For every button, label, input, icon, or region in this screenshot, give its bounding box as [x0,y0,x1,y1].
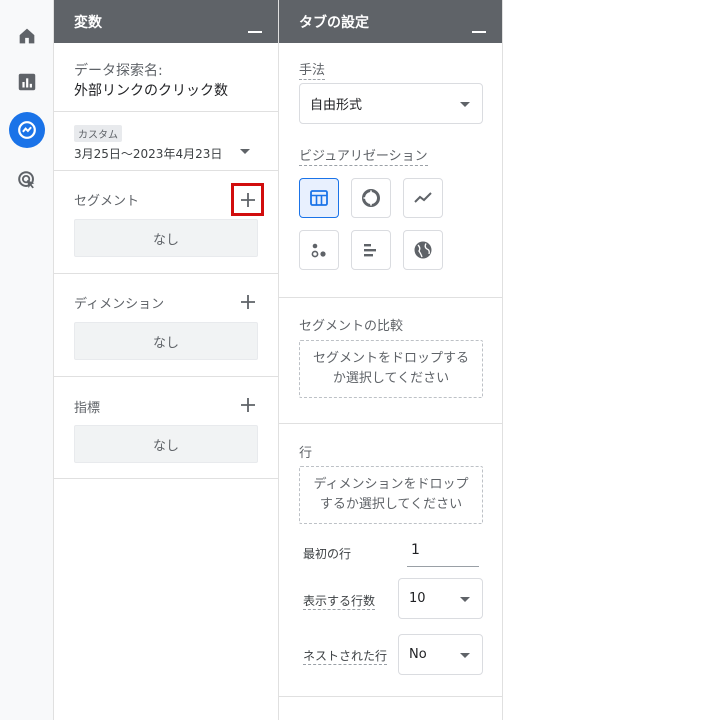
rows-label: 行 [299,446,313,461]
rows-to-show-value: 10 [409,591,426,606]
dimensions-section: ディメンション なし [54,274,278,377]
segments-empty-box[interactable]: なし [74,219,258,257]
technique-section: 手法 自由形式 ビジュアリゼーション [279,43,502,298]
viz-bar-button[interactable] [351,230,391,270]
bar-chart-icon [364,244,376,257]
minimize-icon[interactable] [472,19,486,33]
exploration-name-label: データ探索名: [74,63,163,79]
explore-nav-button[interactable] [9,112,45,148]
table-icon [310,190,328,206]
segment-drop-zone[interactable]: セグメントをドロップするか選択してください [299,340,483,398]
advertising-icon [18,171,35,189]
advertising-nav-button[interactable] [9,162,45,198]
add-dimension-button[interactable] [234,288,262,316]
segments-label: セグメント [74,194,140,209]
rows-section: 行 ディメンションをドロップするか選択してください 最初の行 1 表示する行数 … [279,424,502,697]
first-row-label: 最初の行 [303,547,352,561]
dropdown-caret-icon [460,652,470,658]
viz-line-button[interactable] [403,178,443,218]
metrics-label: 指標 [74,401,101,416]
donut-chart-icon [362,189,380,207]
exploration-name-value[interactable]: 外部リンクのクリック数 [74,80,228,100]
variables-panel-title: 変数 [74,14,102,31]
tab-settings-panel: タブの設定 手法 自由形式 ビジュアリゼーション セグメントの比較 セグメントを… [279,0,503,720]
metrics-empty-box[interactable]: なし [74,425,258,463]
nested-rows-value: No [409,647,427,662]
plus-icon [240,192,255,207]
add-segment-button[interactable] [231,183,264,216]
first-row-input[interactable]: 1 [407,542,479,567]
visualization-label: ビジュアリゼーション [299,149,428,166]
home-icon [19,28,35,44]
technique-dropdown[interactable]: 自由形式 [299,83,483,124]
plus-icon [241,295,255,309]
date-range-dropdown-icon[interactable] [240,149,250,154]
plus-icon [241,398,255,412]
date-range-section[interactable]: カスタム 3月25日～2023年4月23日 [54,112,278,171]
nested-rows-label: ネストされた行 [303,649,388,665]
tab-settings-panel-title: タブの設定 [299,14,369,31]
viz-donut-button[interactable] [351,178,391,218]
metrics-section: 指標 なし [54,377,278,479]
home-nav-button[interactable] [9,18,45,54]
dimensions-empty-box[interactable]: なし [74,322,258,360]
dimensions-label: ディメンション [74,297,165,312]
technique-value: 自由形式 [310,98,363,113]
date-range-badge: カスタム [74,125,122,142]
minimize-icon[interactable] [248,19,262,33]
viz-table-button[interactable] [299,178,339,218]
line-chart-icon [414,192,432,203]
reports-icon [18,73,36,91]
scatter-plot-icon [311,243,326,258]
variables-panel-header: 変数 [54,0,278,43]
date-range-value[interactable]: 3月25日～2023年4月23日 [74,145,222,162]
add-metric-button[interactable] [234,391,262,419]
segment-comparison-label: セグメントの比較 [299,319,404,334]
rows-drop-zone[interactable]: ディメンションをドロップするか選択してください [299,466,483,524]
exploration-name-section: データ探索名: 外部リンクのクリック数 [54,43,278,112]
viz-geo-button[interactable] [403,230,443,270]
reports-nav-button[interactable] [9,64,45,100]
variables-panel: 変数 データ探索名: 外部リンクのクリック数 カスタム 3月25日～2023年4… [54,0,279,720]
segment-comparison-section: セグメントの比較 セグメントをドロップするか選択してください [279,298,502,424]
dropdown-caret-icon [460,101,470,107]
nested-rows-dropdown[interactable]: No [398,634,483,675]
left-nav-rail [0,0,54,720]
rows-to-show-dropdown[interactable]: 10 [398,578,483,619]
rows-to-show-label: 表示する行数 [303,594,376,610]
viz-scatter-button[interactable] [299,230,339,270]
tab-settings-panel-header: タブの設定 [279,0,502,43]
geo-map-icon [414,241,432,259]
segments-section: セグメント なし [54,171,278,274]
dropdown-caret-icon [460,596,470,602]
technique-label: 手法 [299,63,326,80]
explore-icon [18,121,36,139]
